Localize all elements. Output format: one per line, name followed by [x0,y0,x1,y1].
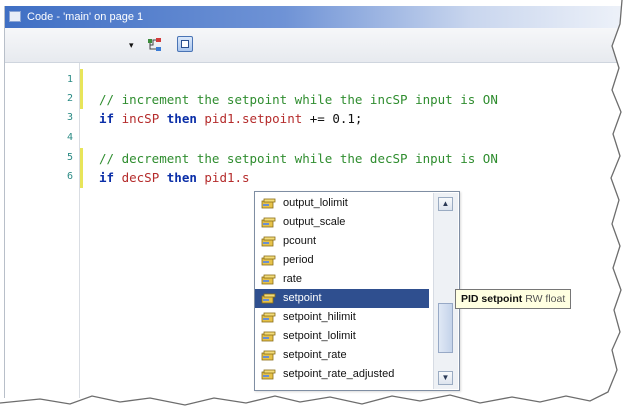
autocomplete-item-label: output_lolimit [283,197,348,209]
change-marker [80,148,83,188]
autocomplete-item[interactable]: period [255,251,431,270]
code-line[interactable]: if incSP then pid1.setpoint += 0.1; [99,111,362,127]
tooltip-title: PID setpoint [461,293,523,305]
dropdown-arrow-icon[interactable]: ▾ [129,40,134,51]
window-title: Code - 'main' on page 1 [27,11,144,23]
autocomplete-list[interactable]: output_lolimit output_scalepcount period ra… [255,194,431,384]
line-number: 2 [66,93,73,104]
code-comment: // increment the setpoint while the incS… [99,92,498,107]
code-line[interactable]: // increment the setpoint while the incS… [99,92,498,108]
line-number-gutter: 1 2 3 4 5 6 [5,63,80,398]
property-icon [261,331,276,342]
property-icon [261,236,276,247]
calculator-icon[interactable] [177,36,193,52]
code-identifier: incSP [121,111,160,126]
property-icon [261,312,276,323]
member-tooltip: PID setpoint RW float [455,289,572,309]
tree-icon[interactable] [147,37,163,53]
autocomplete-item[interactable]: setpoint_hilimit [255,308,431,327]
autocomplete-item[interactable]: setpoint_rate [255,346,431,365]
autocomplete-item[interactable]: setpoint [255,289,429,308]
property-icon [261,198,276,209]
window-icon [9,11,21,22]
autocomplete-item-label: setpoint_lolimit [283,330,356,342]
autocomplete-item-label: setpoint_rate_adjusted [283,368,395,380]
scroll-up-button[interactable]: ▲ [438,197,453,211]
code-token: 0.1; [332,111,363,126]
autocomplete-item[interactable]: output_scale [255,213,431,232]
property-icon [261,293,276,304]
change-marker [80,69,83,109]
autocomplete-popup[interactable]: output_lolimit output_scalepcount period ra… [254,191,460,391]
code-keyword: then [166,111,197,126]
autocomplete-item-label: setpoint_hilimit [283,311,356,323]
line-number: 1 [66,74,73,85]
autocomplete-item-label: rate [283,273,302,285]
autocomplete-item[interactable]: setpoint_lolimit [255,327,431,346]
code-identifier: pid1.setpoint [204,111,303,126]
autocomplete-item-label: pcount [283,235,317,247]
property-icon [261,255,276,266]
autocomplete-item-label: period [283,254,314,266]
code-keyword: if [99,170,115,185]
autocomplete-item[interactable]: pcount [255,232,431,251]
line-number: 4 [66,132,73,143]
code-identifier: pid1.s [204,170,250,185]
property-icon [261,217,276,228]
scroll-down-button[interactable]: ▼ [438,371,453,385]
autocomplete-item-label: setpoint_rate [283,349,347,361]
code-keyword: then [166,170,197,185]
autocomplete-item-label: setpoint [283,292,322,304]
property-icon [261,369,276,380]
autocomplete-item-label: output_scale [283,216,346,228]
line-number: 6 [66,171,73,182]
line-number: 3 [66,112,73,123]
property-icon [261,274,276,285]
code-identifier: decSP [121,170,160,185]
scrollbar-thumb[interactable] [438,303,453,353]
code-comment: // decrement the setpoint while the decS… [99,151,498,166]
property-icon [261,350,276,361]
window-titlebar[interactable]: Code - 'main' on page 1 [5,6,627,28]
code-keyword: if [99,111,115,126]
autocomplete-item[interactable]: output_lolimit [255,194,431,213]
line-number: 5 [66,152,73,163]
editor-toolbar: ▾ [5,28,627,63]
code-line[interactable]: if decSP then pid1.s [99,170,250,186]
autocomplete-item[interactable]: rate [255,270,431,289]
tooltip-detail: RW float [525,293,566,305]
code-token: += [302,111,333,126]
code-line[interactable]: // decrement the setpoint while the decS… [99,151,498,167]
autocomplete-item[interactable]: setpoint_rate_adjusted [255,365,431,384]
